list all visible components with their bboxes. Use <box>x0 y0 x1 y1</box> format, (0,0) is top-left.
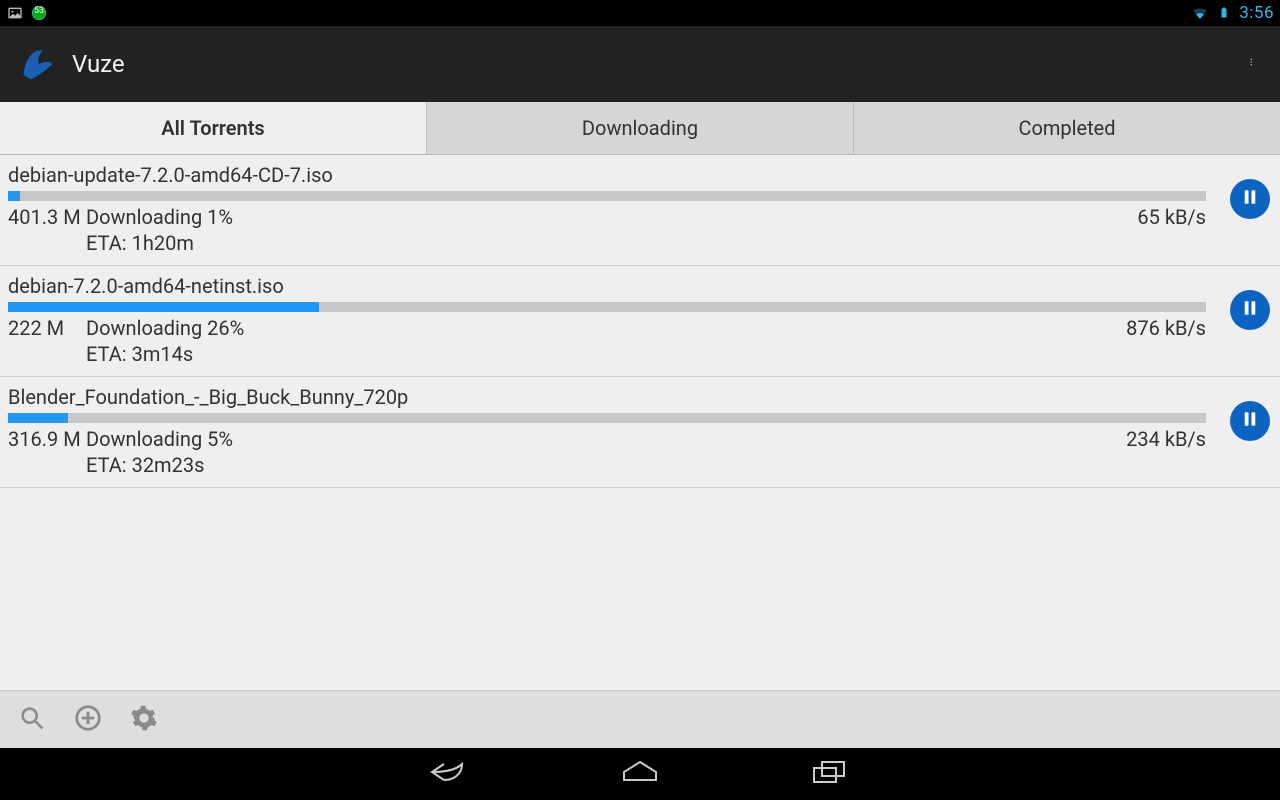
wifi-icon <box>1191 4 1209 22</box>
tab-label: Completed <box>1018 116 1115 140</box>
tab-downloading[interactable]: Downloading <box>427 102 854 154</box>
torrent-name: debian-update-7.2.0-amd64-CD-7.iso <box>8 163 1206 187</box>
image-notification-icon <box>6 4 24 22</box>
tab-completed[interactable]: Completed <box>854 102 1280 154</box>
tab-all-torrents[interactable]: All Torrents <box>0 102 427 154</box>
home-icon <box>620 760 660 788</box>
torrent-row[interactable]: debian-update-7.2.0-amd64-CD-7.iso 401.3… <box>0 155 1280 266</box>
android-nav-bar <box>0 748 1280 800</box>
torrent-status: Downloading 26% <box>86 316 244 340</box>
torrent-name: debian-7.2.0-amd64-netinst.iso <box>8 274 1206 298</box>
app-title: Vuze <box>72 50 125 78</box>
torrent-info: debian-update-7.2.0-amd64-CD-7.iso 401.3… <box>8 163 1206 255</box>
torrent-size: 222 M <box>8 316 86 340</box>
torrent-list: debian-update-7.2.0-amd64-CD-7.iso 401.3… <box>0 155 1280 690</box>
torrent-speed: 234 kB/s <box>1126 427 1206 451</box>
torrent-size: 401.3 M <box>8 205 86 229</box>
search-icon <box>18 704 46 736</box>
progress-bar <box>8 413 1206 423</box>
status-clock: 3:56 <box>1239 3 1274 23</box>
back-icon <box>426 760 474 788</box>
add-torrent-button[interactable] <box>68 700 108 740</box>
overflow-menu-icon[interactable] <box>1242 40 1266 88</box>
app-notification-badge: 53 <box>30 4 48 22</box>
app-bar: Vuze <box>0 26 1280 102</box>
notification-count: 53 <box>30 6 48 16</box>
torrent-stats-row: 222 M Downloading 26% 876 kB/s <box>8 316 1206 340</box>
progress-fill <box>8 302 319 312</box>
torrent-status: Downloading 1% <box>86 205 233 229</box>
torrent-speed: 65 kB/s <box>1137 205 1206 229</box>
tab-label: Downloading <box>582 116 698 140</box>
status-left: 53 <box>6 4 48 22</box>
settings-button[interactable] <box>124 700 164 740</box>
search-button[interactable] <box>12 700 52 740</box>
torrent-info: debian-7.2.0-amd64-netinst.iso 222 M Dow… <box>8 274 1206 366</box>
plus-circle-icon <box>73 703 103 737</box>
torrent-status: Downloading 5% <box>86 427 233 451</box>
status-bar: 53 3:56 <box>0 0 1280 26</box>
pause-button[interactable] <box>1230 290 1270 330</box>
vuze-logo-icon <box>14 41 60 87</box>
torrent-info: Blender_Foundation_-_Big_Buck_Bunny_720p… <box>8 385 1206 477</box>
pause-button[interactable] <box>1230 401 1270 441</box>
torrent-row[interactable]: debian-7.2.0-amd64-netinst.iso 222 M Dow… <box>0 266 1280 377</box>
torrent-eta: ETA: 3m14s <box>86 342 1206 366</box>
progress-fill <box>8 191 20 201</box>
bottom-toolbar <box>0 690 1280 748</box>
recents-icon <box>812 760 848 788</box>
nav-recents-button[interactable] <box>800 756 860 792</box>
torrent-eta: ETA: 1h20m <box>86 231 1206 255</box>
nav-back-button[interactable] <box>420 756 480 792</box>
torrent-speed: 876 kB/s <box>1126 316 1206 340</box>
gear-icon <box>130 704 158 736</box>
torrent-name: Blender_Foundation_-_Big_Buck_Bunny_720p <box>8 385 1206 409</box>
pause-icon <box>1241 299 1259 321</box>
screen: 53 3:56 Vuze All Torrents <box>0 0 1280 800</box>
pause-icon <box>1241 188 1259 210</box>
nav-home-button[interactable] <box>610 756 670 792</box>
tabs: All Torrents Downloading Completed <box>0 102 1280 155</box>
progress-bar <box>8 302 1206 312</box>
battery-icon <box>1215 4 1233 22</box>
pause-icon <box>1241 410 1259 432</box>
torrent-size: 316.9 M <box>8 427 86 451</box>
progress-fill <box>8 413 68 423</box>
status-right: 3:56 <box>1191 3 1274 23</box>
torrent-stats-row: 401.3 M Downloading 1% 65 kB/s <box>8 205 1206 229</box>
torrent-stats-row: 316.9 M Downloading 5% 234 kB/s <box>8 427 1206 451</box>
pause-button[interactable] <box>1230 179 1270 219</box>
tab-label: All Torrents <box>161 116 264 140</box>
torrent-row[interactable]: Blender_Foundation_-_Big_Buck_Bunny_720p… <box>0 377 1280 488</box>
torrent-eta: ETA: 32m23s <box>86 453 1206 477</box>
progress-bar <box>8 191 1206 201</box>
